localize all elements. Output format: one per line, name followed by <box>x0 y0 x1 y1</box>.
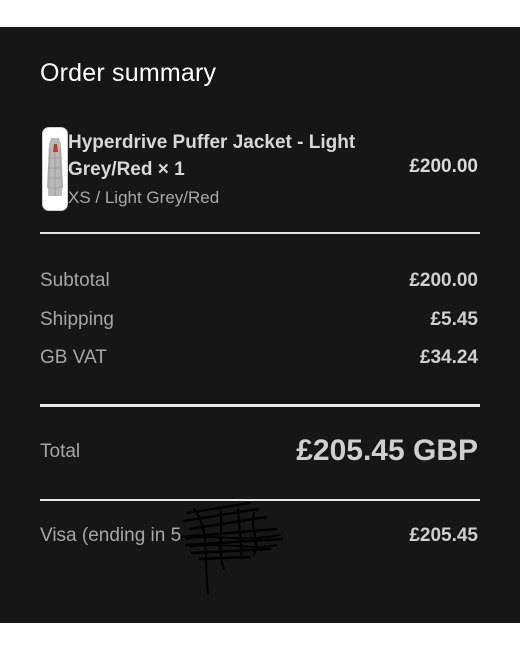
shipping-value: £5.45 <box>430 309 478 330</box>
total-label: Total <box>40 441 81 462</box>
subtotal-label: Subtotal <box>40 270 110 291</box>
redaction-scribble <box>180 501 284 594</box>
shipping-row: Shipping £5.45 <box>40 309 478 335</box>
subtotal-row: Subtotal £200.00 <box>40 270 478 296</box>
vat-label: GB VAT <box>40 347 107 368</box>
product-name: Hyperdrive Puffer Jacket - Light Grey/Re… <box>68 132 356 180</box>
divider <box>40 404 480 407</box>
shipping-label: Shipping <box>40 309 114 330</box>
product-price: £200.00 <box>409 156 478 177</box>
divider <box>40 232 480 234</box>
order-summary-title: Order summary <box>40 59 217 87</box>
order-line-item: Hyperdrive Puffer Jacket - Light Grey/Re… <box>42 127 482 213</box>
order-summary-panel: Order summary Hyperdrive Puffer Jacket -… <box>0 27 520 623</box>
payment-method-label: Visa (ending in 5 <box>40 525 182 546</box>
product-variant: XS / Light Grey/Red <box>68 188 220 207</box>
vat-value: £34.24 <box>419 347 478 368</box>
subtotal-value: £200.00 <box>409 270 478 291</box>
vat-row: GB VAT £34.24 <box>40 347 478 373</box>
payment-amount: £205.45 <box>409 525 478 546</box>
total-value: £205.45 GBP <box>296 434 478 467</box>
jacket-thumbnail-icon <box>42 127 68 211</box>
